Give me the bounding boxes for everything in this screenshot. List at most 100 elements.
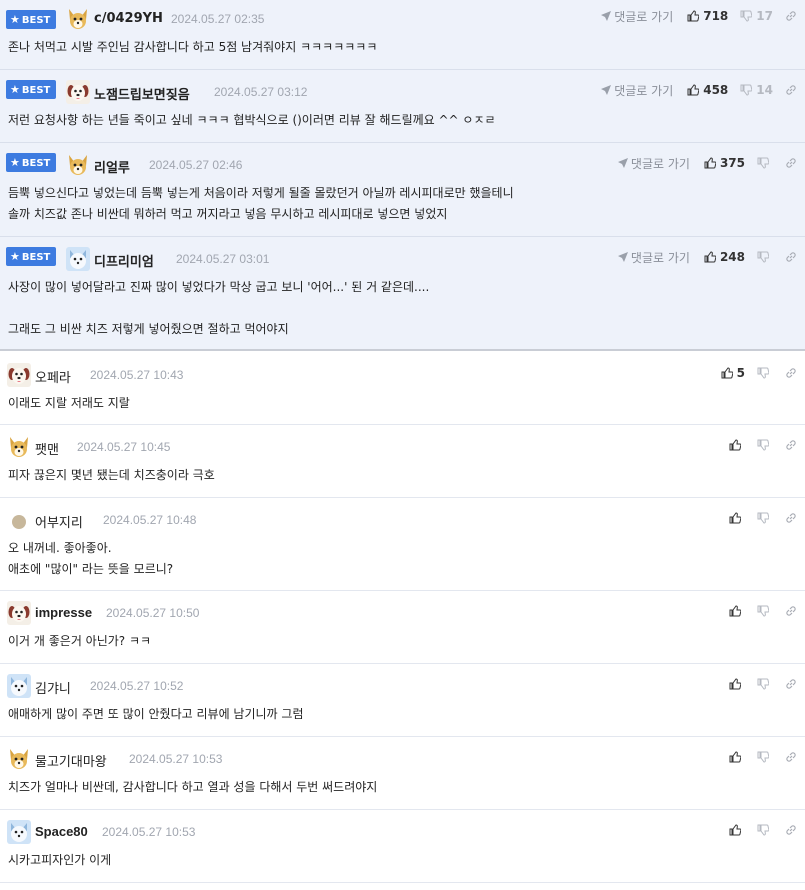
comment-text: 피자 끊은지 몇년 됐는데 치즈충이라 극호 [8, 468, 215, 482]
copy-link-icon[interactable] [785, 10, 797, 22]
comment-item: 김갸니 2024.05.27 10:52 애매하게 많이 주면 또 많이 안줬다… [0, 664, 805, 737]
author-nickname[interactable]: 어부지리 [35, 512, 83, 531]
author-nickname[interactable]: c/0429YH [94, 11, 163, 26]
downvote-button[interactable] [757, 824, 773, 836]
puppy-avatar[interactable] [7, 601, 31, 625]
downvote-button[interactable] [757, 751, 773, 763]
puppy-avatar[interactable] [66, 80, 90, 104]
upvote-button[interactable]: 375 [704, 156, 745, 170]
comment-actions [729, 437, 797, 453]
star-icon: ★ [10, 250, 20, 263]
thumbs-down-icon [757, 824, 769, 836]
upvote-button[interactable] [729, 751, 745, 763]
white-dog-avatar[interactable] [7, 674, 31, 698]
thumbs-up-icon [729, 751, 741, 763]
thumbs-up-icon [729, 439, 741, 451]
comment-text: 이래도 지랄 저래도 지랄 [8, 396, 130, 410]
copy-link-icon[interactable] [785, 84, 797, 96]
thumbs-up-icon [721, 367, 733, 379]
comment-actions: 댓글로 가기 375 [617, 155, 797, 172]
copy-link-icon[interactable] [785, 367, 797, 379]
thumbs-up-icon [729, 512, 741, 524]
best-badge: ★ BEST [6, 153, 56, 172]
comment-actions [729, 510, 797, 526]
upvote-button[interactable]: 718 [687, 9, 728, 23]
copy-link-icon[interactable] [785, 157, 797, 169]
comment-actions: 댓글로 가기 718 17 [601, 8, 797, 24]
author-nickname[interactable]: 김갸니 [35, 678, 71, 697]
comment-date: 2024.05.27 10:53 [129, 752, 223, 766]
downvote-button[interactable] [757, 439, 773, 451]
author-nickname[interactable]: 오페라 [35, 367, 71, 386]
upvote-button[interactable] [729, 512, 745, 524]
upvote-button[interactable]: 458 [687, 83, 728, 97]
best-badge: ★ BEST [6, 247, 56, 266]
thumbs-up-icon [704, 157, 716, 169]
upvote-button[interactable] [729, 605, 745, 617]
author-nickname[interactable]: 리얼루 [94, 157, 130, 176]
copy-link-icon[interactable] [785, 605, 797, 617]
author-nickname[interactable]: 물고기대마왕 [35, 751, 107, 770]
comment-date: 2024.05.27 10:52 [90, 679, 184, 693]
copy-link-icon[interactable] [785, 678, 797, 690]
white-dog-avatar[interactable] [7, 820, 31, 844]
best-comment: ★ BEST 노잼드립보면짖음 2024.05.27 03:12 댓글로 가기 4… [0, 70, 805, 143]
star-icon: ★ [10, 13, 20, 26]
dog-avatar[interactable] [7, 435, 31, 459]
go-to-reply-link[interactable]: 댓글로 가기 [617, 249, 690, 266]
comment-item: 오페라 2024.05.27 10:43 5 이래도 지랄 저래도 지랄 [0, 351, 805, 425]
arrow-icon [617, 252, 628, 262]
thumbs-up-icon [687, 84, 700, 96]
best-comment: ★ BEST 디프리미엄 2024.05.27 03:01 댓글로 가기 248 … [0, 237, 805, 351]
comment-date: 2024.05.27 10:45 [77, 440, 171, 454]
comment-date: 2024.05.27 03:12 [214, 85, 308, 99]
upvote-button[interactable]: 5 [721, 366, 745, 380]
author-nickname[interactable]: impresse [35, 605, 92, 620]
downvote-button[interactable] [757, 678, 773, 690]
upvote-button[interactable] [729, 824, 745, 836]
thumbs-down-icon [740, 10, 753, 22]
copy-link-icon[interactable] [785, 251, 797, 263]
comment-text: 듬뿍 넣으신다고 넣었는데 듬뿍 넣는게 처음이라 저렇게 될줄 몰랐던거 아닐… [8, 186, 514, 221]
thumbs-up-icon [687, 10, 700, 22]
upvote-button[interactable] [729, 678, 745, 690]
author-nickname[interactable]: Space80 [35, 824, 88, 839]
downvote-button[interactable] [757, 251, 773, 263]
comment-actions [729, 603, 797, 619]
comment-text: 존나 처먹고 시발 주인님 감사합니다 하고 5점 남겨줘야지 ㅋㅋㅋㅋㅋㅋㅋ [8, 40, 378, 54]
best-comment: ★ BEST 리얼루 2024.05.27 02:46 댓글로 가기 375 듬뿍… [0, 143, 805, 237]
white-dog-avatar[interactable] [66, 247, 90, 271]
puppy-avatar[interactable] [7, 363, 31, 387]
circle-avatar[interactable] [11, 514, 27, 530]
dog-avatar[interactable] [66, 7, 90, 31]
arrow-icon [601, 85, 612, 95]
comment-date: 2024.05.27 02:35 [171, 12, 265, 26]
thumbs-up-icon [729, 678, 741, 690]
go-to-reply-link[interactable]: 댓글로 가기 [601, 82, 673, 99]
go-to-reply-link[interactable]: 댓글로 가기 [601, 8, 673, 25]
upvote-button[interactable]: 248 [704, 250, 745, 264]
downvote-button[interactable]: 14 [740, 83, 773, 97]
copy-link-icon[interactable] [785, 824, 797, 836]
comment-text: 이거 개 좋은거 아닌가? ㅋㅋ [8, 634, 152, 648]
thumbs-down-icon [757, 678, 769, 690]
downvote-button[interactable] [757, 157, 773, 169]
comment-actions: 댓글로 가기 458 14 [601, 82, 797, 98]
copy-link-icon[interactable] [785, 512, 797, 524]
best-badge: ★ BEST [6, 80, 56, 99]
downvote-button[interactable] [757, 512, 773, 524]
dog-avatar[interactable] [7, 747, 31, 771]
dog-avatar[interactable] [66, 153, 90, 177]
downvote-button[interactable] [757, 605, 773, 617]
author-nickname[interactable]: 디프리미엄 [94, 251, 154, 270]
copy-link-icon[interactable] [785, 751, 797, 763]
copy-link-icon[interactable] [785, 439, 797, 451]
go-to-reply-link[interactable]: 댓글로 가기 [617, 155, 690, 172]
downvote-button[interactable] [757, 367, 773, 379]
comment-list: ★ BEST c/0429YH 2024.05.27 02:35 댓글로 가기 7… [0, 0, 805, 883]
upvote-button[interactable] [729, 439, 745, 451]
author-nickname[interactable]: 노잼드립보면짖음 [94, 84, 190, 103]
author-nickname[interactable]: 팻맨 [35, 439, 59, 458]
comment-actions: 댓글로 가기 248 [617, 249, 797, 266]
downvote-button[interactable]: 17 [740, 9, 773, 23]
